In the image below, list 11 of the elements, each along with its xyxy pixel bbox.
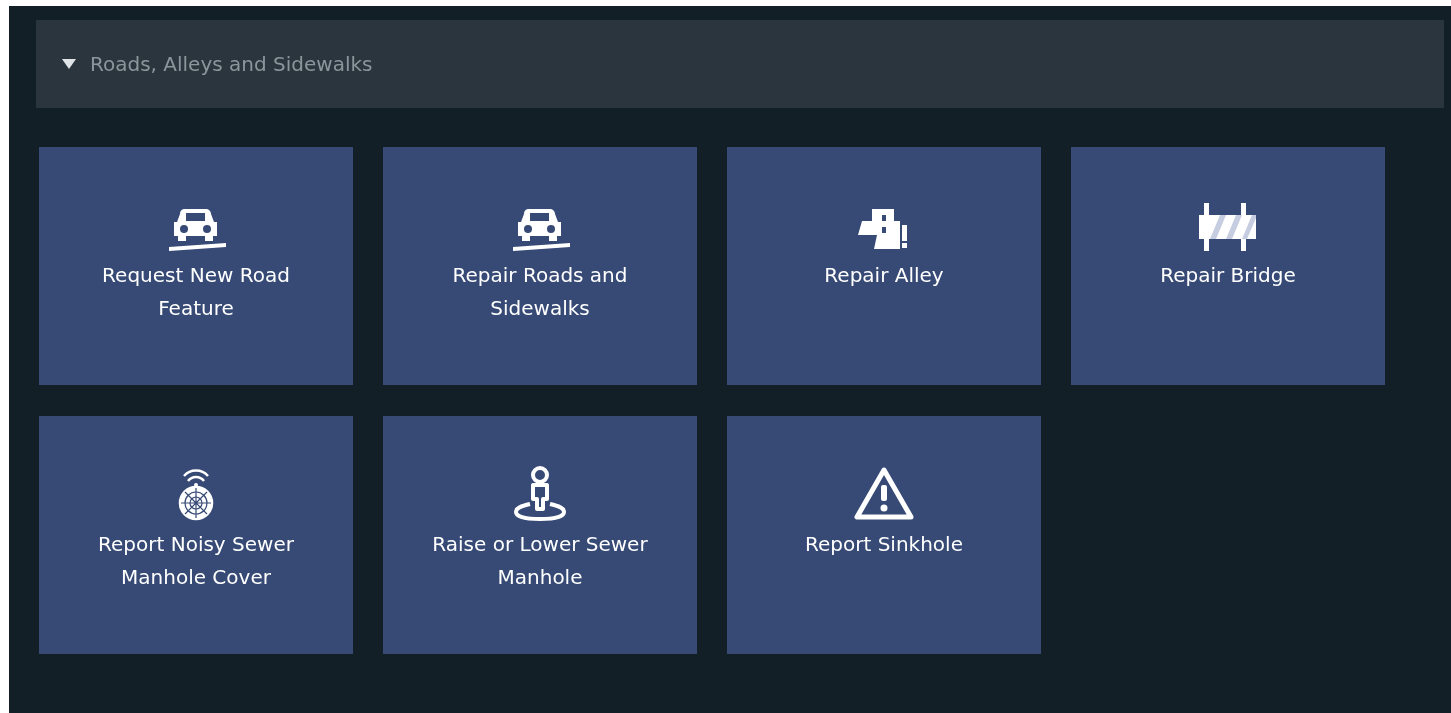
service-tile[interactable]: Request New Road Feature xyxy=(39,147,353,385)
section-title[interactable]: Roads, Alleys and Sidewalks xyxy=(90,52,373,76)
service-tile[interactable]: Repair Roads and Sidewalks xyxy=(383,147,697,385)
service-tile[interactable]: Repair Alley xyxy=(727,147,1041,385)
service-tile[interactable]: Repair Bridge xyxy=(1071,147,1385,385)
warning-icon xyxy=(853,466,915,522)
barrier-icon xyxy=(1198,201,1258,253)
service-tile[interactable]: Raise or Lower Sewer Manhole xyxy=(383,416,697,654)
manhole-icon xyxy=(176,466,216,522)
service-tile[interactable]: Report Noisy Sewer Manhole Cover xyxy=(39,416,353,654)
service-tile[interactable]: Report Sinkhole xyxy=(727,416,1041,654)
